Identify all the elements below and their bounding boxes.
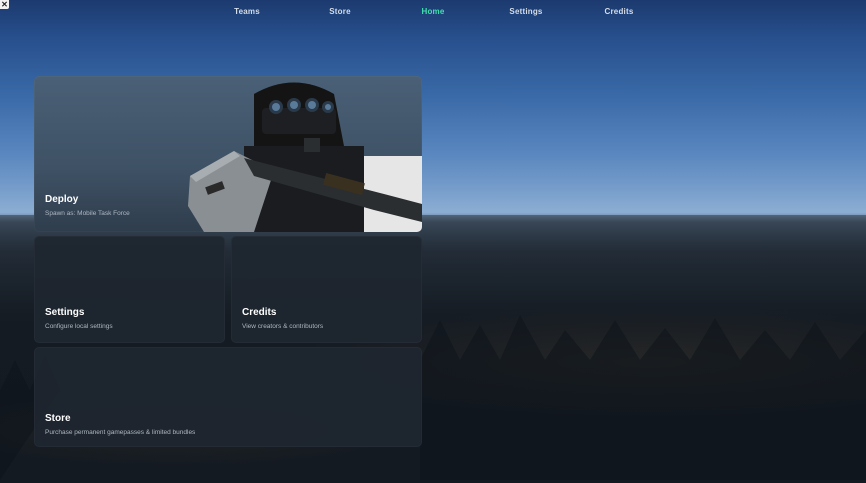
- credits-subtitle: View creators & contributors: [242, 323, 324, 330]
- store-title: Store: [45, 413, 71, 424]
- credits-card[interactable]: Credits View creators & contributors: [231, 236, 422, 343]
- deploy-subtitle: Spawn as: Mobile Task Force: [45, 210, 130, 217]
- top-navigation: Teams Store Home Settings Credits: [0, 0, 866, 22]
- tab-store[interactable]: Store: [294, 7, 387, 16]
- settings-subtitle: Configure local settings: [45, 323, 113, 330]
- deploy-title: Deploy: [45, 194, 79, 205]
- settings-title: Settings: [45, 307, 85, 318]
- store-subtitle: Purchase permanent gamepasses & limited …: [45, 429, 196, 436]
- tab-home[interactable]: Home: [387, 7, 480, 16]
- soldier-character-image: [188, 82, 422, 232]
- credits-title: Credits: [242, 307, 277, 318]
- settings-card[interactable]: Settings Configure local settings: [34, 236, 225, 343]
- tab-settings[interactable]: Settings: [480, 7, 573, 16]
- deploy-card[interactable]: Deploy Spawn as: Mobile Task Force: [34, 76, 422, 232]
- tab-credits[interactable]: Credits: [573, 7, 666, 16]
- tab-teams[interactable]: Teams: [201, 7, 294, 16]
- store-card[interactable]: Store Purchase permanent gamepasses & li…: [34, 347, 422, 447]
